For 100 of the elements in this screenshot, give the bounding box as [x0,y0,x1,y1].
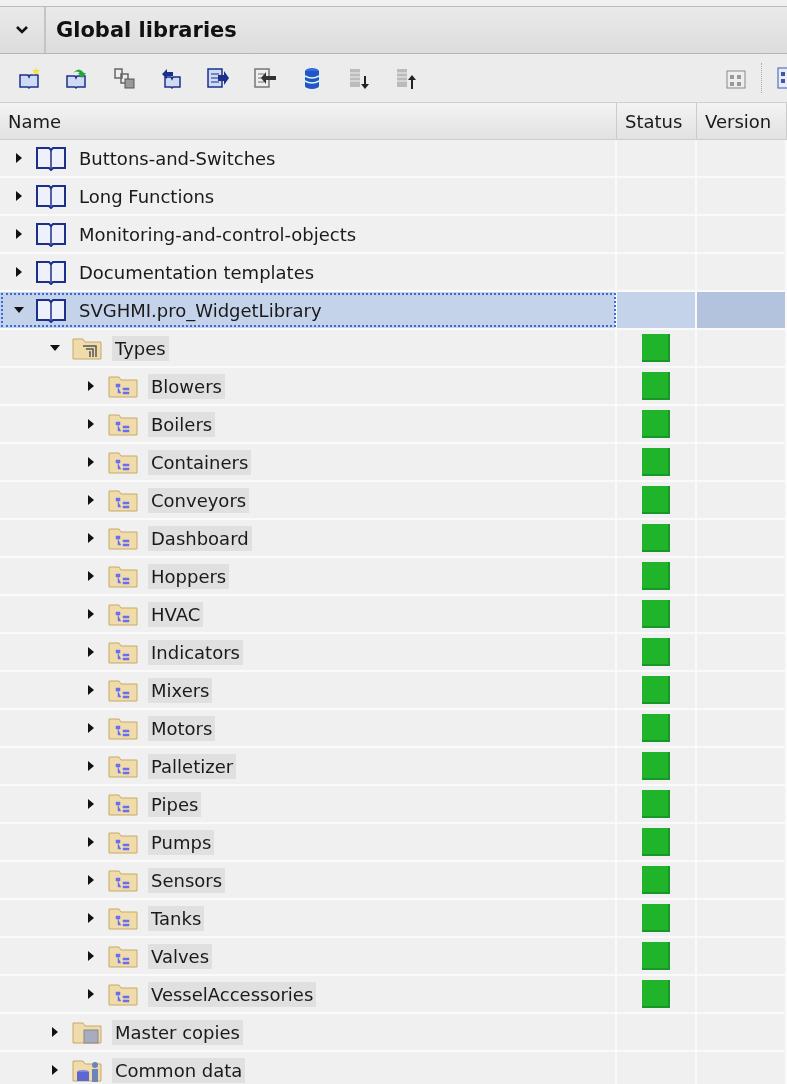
tree-item-label: Conveyors [148,487,250,513]
tree-item-label: HVAC [148,601,204,627]
document-arrow-icon[interactable] [253,66,277,90]
tree-row[interactable]: Blowers [0,368,787,406]
collapsed-arrow-icon[interactable] [86,495,96,505]
tree-row[interactable]: VesselAccessories [0,976,787,1014]
collapsed-arrow-icon[interactable] [86,457,96,467]
folder-icon [106,867,140,893]
collapsed-arrow-icon[interactable] [86,837,96,847]
tree-item-label: Sensors [148,867,226,893]
folder-icon [106,525,140,551]
expanded-arrow-icon[interactable] [14,305,24,315]
tree-row[interactable]: Valves [0,938,787,976]
tree-item-label: Mixers [148,677,213,703]
tree-item-label: Valves [148,943,213,969]
tree-row[interactable]: HVAC [0,596,787,634]
tree-item-label: Buttons-and-Switches [78,146,277,171]
document-arrow-icon[interactable] [206,66,230,90]
collapsed-arrow-icon[interactable] [86,913,96,923]
collapsed-arrow-icon[interactable] [50,1027,60,1037]
tree-row[interactable]: Pumps [0,824,787,862]
tree-item-label: Indicators [148,639,243,665]
collapsed-arrow-icon[interactable] [86,647,96,657]
tree-row[interactable]: Palletizer [0,748,787,786]
tree-row[interactable]: Monitoring-and-control-objects [0,216,787,254]
tree-row[interactable]: Motors [0,710,787,748]
collapsed-arrow-icon[interactable] [86,875,96,885]
tree-item-label: Types [112,335,169,361]
book-icon [34,183,68,209]
tree-item-label: Monitoring-and-control-objects [78,222,358,247]
folder-icon [106,601,140,627]
collapsed-arrow-icon[interactable] [86,951,96,961]
tree-row[interactable]: Dashboard [0,520,787,558]
tree-row[interactable]: Boilers [0,406,787,444]
collapsed-arrow-icon[interactable] [86,381,96,391]
folder-icon [106,677,140,703]
tree-item-label: Pipes [148,791,202,817]
collapsed-arrow-icon[interactable] [86,761,96,771]
tree-item-label: Common data [112,1057,246,1083]
tree-item-label: Documentation templates [78,260,316,285]
folder-icon [106,829,140,855]
collapsed-arrow-icon[interactable] [86,989,96,999]
collapsed-arrow-icon[interactable] [14,229,24,239]
tree-item-label: VesselAccessories [148,981,317,1007]
collapsed-arrow-icon[interactable] [14,267,24,277]
tree-row[interactable]: Master copies [0,1014,787,1052]
collapsed-arrow-icon[interactable] [86,533,96,543]
tree-item-label: Blowers [148,373,225,399]
collapsed-arrow-icon[interactable] [14,153,24,163]
tree-item-label: Motors [148,715,216,741]
folder-icon [70,1019,104,1045]
book-icon [34,259,68,285]
tree-item-label: Palletizer [148,753,237,779]
folder-icon [106,981,140,1007]
chevron-down-icon [15,25,29,35]
collapsed-arrow-icon[interactable] [86,723,96,733]
tree-row[interactable]: Types [0,330,787,368]
folder-icon [106,753,140,779]
folder-icon [70,1057,104,1083]
tree-item-label: Tanks [148,905,205,931]
tree-row[interactable]: Buttons-and-Switches [0,140,787,178]
tree-row[interactable]: Sensors [0,862,787,900]
column-header[interactable]: Version [697,103,787,139]
tree-row[interactable]: Indicators [0,634,787,672]
folder-icon [106,943,140,969]
tree-row[interactable]: Hoppers [0,558,787,596]
collapsed-arrow-icon[interactable] [86,799,96,809]
folder-icon [106,373,140,399]
copy-disk-icon[interactable] [112,66,136,90]
tree-row[interactable]: SVGHMI.pro_WidgetLibrary [0,292,787,330]
list-up-arrow-icon[interactable] [394,66,418,90]
book-star-icon[interactable] [18,66,42,90]
collapsed-arrow-icon[interactable] [86,609,96,619]
tree-row[interactable]: Conveyors [0,482,787,520]
collapsed-arrow-icon[interactable] [86,685,96,695]
folder-icon [106,791,140,817]
tree-item-label: Pumps [148,829,215,855]
tree-row[interactable]: Containers [0,444,787,482]
collapsed-arrow-icon[interactable] [14,191,24,201]
folder-icon [106,639,140,665]
folder-icon [70,335,104,361]
tree-row[interactable]: Pipes [0,786,787,824]
tree-item-label: Dashboard [148,525,252,551]
tree-row[interactable]: Long Functions [0,178,787,216]
collapsed-arrow-icon[interactable] [50,1065,60,1075]
book-icon [34,145,68,171]
tree-item-label: Containers [148,449,252,475]
folder-icon [106,449,140,475]
collapsed-arrow-icon[interactable] [86,571,96,581]
expanded-arrow-icon[interactable] [50,343,60,353]
book-icon [34,221,68,247]
tree-item-label: Boilers [148,411,216,437]
tree-row[interactable]: Tanks [0,900,787,938]
folder-icon [106,563,140,589]
column-header[interactable]: Name [0,103,617,139]
list-down-arrow-icon[interactable] [347,66,371,90]
tree-row[interactable]: Documentation templates [0,254,787,292]
tree-row[interactable]: Mixers [0,672,787,710]
collapsed-arrow-icon[interactable] [86,419,96,429]
column-header[interactable]: Status [617,103,697,139]
